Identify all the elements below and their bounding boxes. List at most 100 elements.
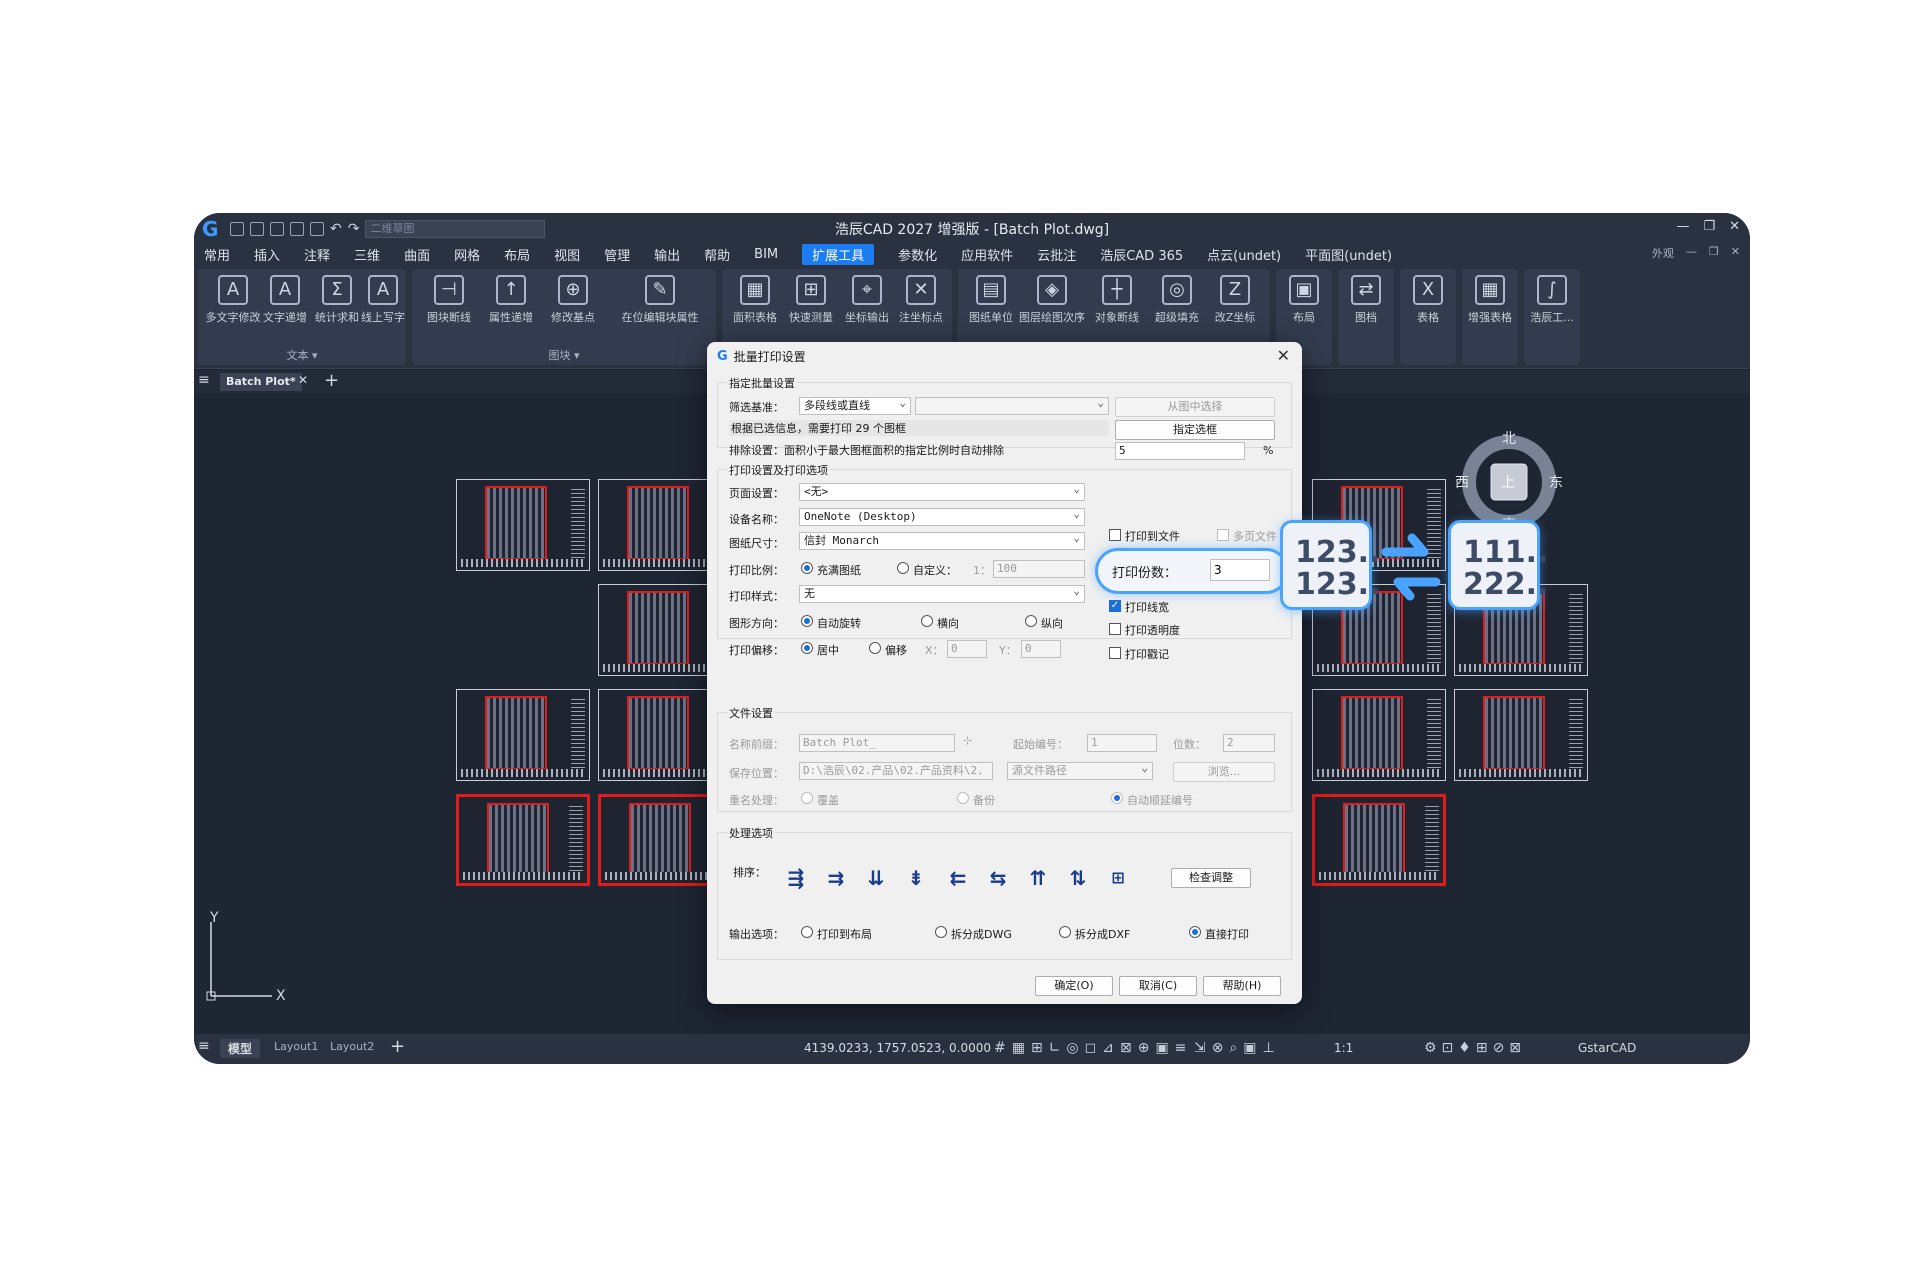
annotation-scale[interactable]: 1:1 [1334,1041,1353,1055]
menu-item[interactable]: 浩辰CAD 365 [1100,245,1183,264]
ok-button[interactable]: 确定(O) [1035,976,1113,996]
out-dxf-radio[interactable] [1059,926,1071,938]
look-menu[interactable]: 外观 [1652,245,1674,261]
menu-item[interactable]: 插入 [254,245,280,264]
menu-item[interactable]: 管理 [604,245,630,264]
prefix-picker-icon[interactable]: ⊹ [963,734,972,747]
sort-row-rl-icon[interactable]: ⇇ [943,864,973,892]
print-lineweight-checkbox[interactable]: ✓ [1109,600,1121,612]
status-tools-icons[interactable]: ⇲⊗⌕▣⊥ [1194,1040,1281,1056]
edit-block-attr-button[interactable]: ✎ 在位编辑块属性 [608,275,712,325]
menu-item[interactable]: BIM [754,247,778,262]
enhanced-table-big-button[interactable]: ▦ 增强表格 [1462,269,1518,365]
sort-row-rl-zigzag-icon[interactable]: ⇆ [983,864,1013,892]
sort-col-up-icon[interactable]: ⇈ [1023,864,1053,892]
print-stamp-checkbox[interactable] [1109,647,1121,659]
backup-radio[interactable] [957,792,969,804]
change-z-button[interactable]: Z 改Z坐标 [1202,275,1268,325]
menu-item[interactable]: 参数化 [898,245,937,264]
attr-increment-button[interactable]: ↑ 属性递增 [478,275,544,325]
filter-select[interactable]: 多段线或直线 [799,397,911,415]
doc-minimize-icon[interactable]: — [1686,245,1697,261]
super-hatch-button[interactable]: ◎ 超级填充 [1144,275,1210,325]
offset-center-radio[interactable] [801,642,813,654]
compass-north[interactable]: 北 [1502,428,1516,448]
paper-size-select[interactable]: 信封 Monarch [799,532,1085,550]
tab-model[interactable]: 模型 [220,1039,261,1058]
scale-value-input[interactable]: 100 [993,560,1085,578]
menu-item[interactable]: 点云(undet) [1207,245,1281,264]
excel-table-big-button[interactable]: X 表格 [1400,269,1456,365]
specify-frame-button[interactable]: 指定选框 [1115,420,1275,440]
menu-item[interactable]: 平面图(undet) [1305,245,1392,264]
overwrite-radio[interactable] [801,792,813,804]
menu-item[interactable]: 常用 [204,245,230,264]
block-panel-label[interactable]: 图块 ▾ [412,347,716,363]
menu-item[interactable]: 三维 [354,245,380,264]
menu-item[interactable]: 应用软件 [961,245,1013,264]
scale-fit-radio[interactable] [801,562,813,574]
layer-order-button[interactable]: ◈ 图层绘图次序 [1014,275,1090,325]
menu-item[interactable]: 扩展工具 [802,243,875,265]
out-dwg-radio[interactable] [935,926,947,938]
tab-layout2[interactable]: Layout2 [330,1040,374,1053]
prefix-input[interactable]: Batch Plot_ [799,734,955,752]
dialog-close-icon[interactable]: ✕ [1277,346,1290,365]
scale-custom-radio[interactable] [897,562,909,574]
menu-item[interactable]: 注释 [304,245,330,264]
out-layout-radio[interactable] [801,926,813,938]
cancel-button[interactable]: 取消(C) [1119,976,1197,996]
gstar-tools-big-button[interactable]: ∫ 浩辰工... [1524,269,1580,365]
offset-y-input[interactable]: 0 [1021,640,1061,658]
sort-col-down-icon[interactable]: ⇊ [861,864,891,892]
sort-row-zigzag-icon[interactable]: ⇉ [821,864,851,892]
menu-item[interactable]: 云批注 [1037,245,1076,264]
maximize-icon[interactable]: ❐ [1703,219,1715,234]
check-adjust-button[interactable]: 检查调整 [1171,868,1251,888]
viewcube-top[interactable]: 上 [1501,472,1515,492]
sort-col-up-zigzag-icon[interactable]: ⇅ [1063,864,1093,892]
tab-layout1[interactable]: Layout1 [274,1040,318,1053]
status-hamburger-icon[interactable]: ≡ [198,1038,210,1054]
add-tab-icon[interactable]: + [324,370,339,391]
menu-item[interactable]: 布局 [504,245,530,264]
offset-x-input[interactable]: 0 [947,640,987,658]
start-number-input[interactable]: 1 [1087,734,1157,752]
minimize-icon[interactable]: — [1676,219,1689,234]
doc-restore-icon[interactable]: ❐ [1709,245,1719,261]
print-transparency-checkbox[interactable] [1109,623,1121,635]
orient-landscape-radio[interactable] [921,615,933,627]
close-icon[interactable]: ✕ [1729,219,1740,234]
sort-col-zigzag-icon[interactable]: ⇟ [901,864,931,892]
text-panel-label[interactable]: 文本 ▾ [198,347,406,363]
plot-style-select[interactable]: 无 [799,585,1085,603]
browse-button[interactable]: 浏览... [1173,762,1275,782]
hamburger-icon[interactable]: ≡ [198,372,210,388]
source-path-select[interactable]: 源文件路径 [1007,762,1153,780]
menu-item[interactable]: 帮助 [704,245,730,264]
sort-row-lr-icon[interactable]: ⇶ [781,864,811,892]
compass-west[interactable]: 西 [1455,472,1469,492]
save-location-input[interactable]: D:\浩辰\02.产品\02.产品资料\2. [799,762,993,780]
pick-from-drawing-button[interactable]: 从图中选择 [1115,397,1275,417]
doc-close-icon[interactable]: ✕ [1731,245,1740,261]
orient-auto-radio[interactable] [801,615,813,627]
text-on-line-button[interactable]: A 线上写字 [350,275,416,325]
auto-number-radio[interactable] [1111,792,1123,804]
multi-page-checkbox[interactable] [1217,529,1229,541]
menu-item[interactable]: 曲面 [404,245,430,264]
menu-item[interactable]: 视图 [554,245,580,264]
add-layout-icon[interactable]: + [390,1036,405,1057]
menu-item[interactable]: 输出 [654,245,680,264]
print-to-file-checkbox[interactable] [1109,529,1121,541]
block-break-button[interactable]: ⊣ 图块断线 [416,275,482,325]
object-break-button[interactable]: ┼ 对象断线 [1084,275,1150,325]
digits-input[interactable]: 2 [1223,734,1275,752]
archive-big-button[interactable]: ⇄ 图档 [1338,269,1394,365]
menu-item[interactable]: 网格 [454,245,480,264]
exclude-percent-input[interactable]: 5 [1115,442,1245,460]
out-direct-radio[interactable] [1189,926,1201,938]
offset-custom-radio[interactable] [869,642,881,654]
sort-pick-icon[interactable]: ⊞ [1103,864,1133,892]
edit-base-point-button[interactable]: ⊕ 修改基点 [540,275,606,325]
